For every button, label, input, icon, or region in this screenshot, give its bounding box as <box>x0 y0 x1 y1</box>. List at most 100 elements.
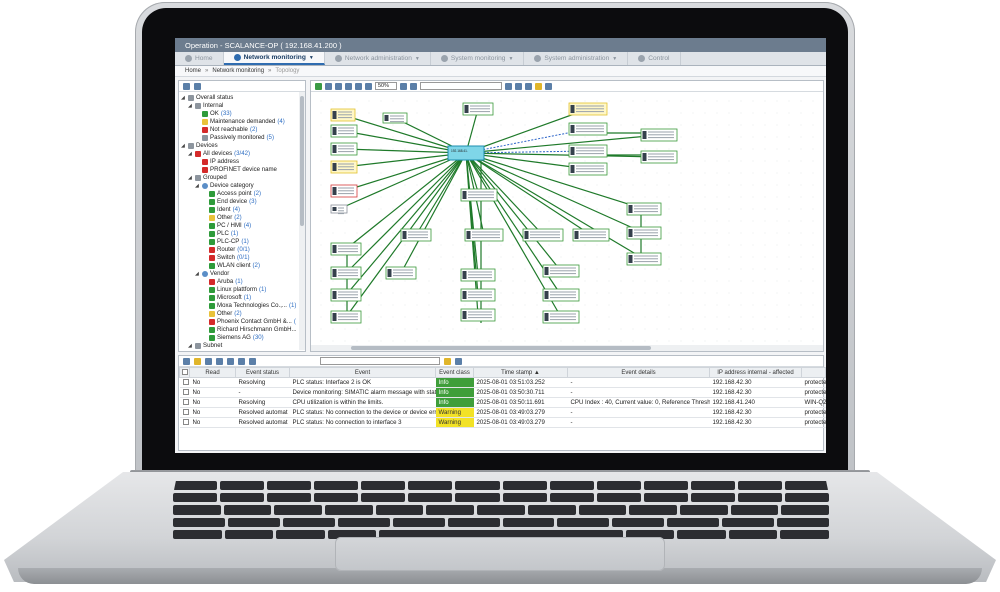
row-checkbox-cell[interactable] <box>179 417 190 428</box>
expand-arrow-icon[interactable]: ◢ <box>188 174 193 182</box>
tree-node[interactable]: PROFINET device name <box>179 166 305 174</box>
topology-device-node[interactable] <box>626 252 662 266</box>
topology-device-node[interactable] <box>330 108 356 122</box>
topology-device-node[interactable] <box>568 144 608 158</box>
breadcrumb-item[interactable]: Topology <box>275 68 299 74</box>
zoom-out-icon[interactable] <box>355 82 362 90</box>
bell-icon[interactable] <box>194 357 201 365</box>
tree-node[interactable]: Passively monitored (5) <box>179 134 305 142</box>
help-icon[interactable] <box>545 82 552 90</box>
collapse-all-icon[interactable] <box>194 83 201 90</box>
export-events-icon[interactable] <box>238 357 245 365</box>
tree-node[interactable]: ◢ Device category <box>179 182 305 190</box>
topology-device-node[interactable] <box>542 264 580 278</box>
expand-all-icon[interactable] <box>183 83 190 90</box>
topology-device-node[interactable] <box>462 102 494 116</box>
tree-node[interactable]: ◢ Vendor <box>179 270 305 278</box>
tree-node[interactable]: WLAN client (2) <box>179 262 305 270</box>
table-row[interactable]: No Resolving PLC status: Interface 2 is OK… <box>179 377 826 388</box>
topology-device-node[interactable] <box>460 288 496 302</box>
topology-device-node[interactable] <box>640 150 678 164</box>
column-header[interactable] <box>801 367 826 378</box>
tree-node[interactable]: ◢ Subnet <box>179 342 305 350</box>
topology-device-node[interactable] <box>464 228 504 242</box>
expand-arrow-icon[interactable]: ◢ <box>188 102 193 110</box>
select-all-checkbox[interactable] <box>181 368 188 375</box>
topology-device-node[interactable] <box>330 288 362 302</box>
expand-arrow-icon[interactable]: ◢ <box>181 94 186 102</box>
tree-node[interactable]: Not reachable (2) <box>179 126 305 134</box>
tab-4[interactable]: System administration ▼ <box>524 52 629 65</box>
delete-icon[interactable] <box>216 357 223 365</box>
column-header[interactable]: Event details <box>567 367 710 378</box>
expand-arrow-icon[interactable]: ◢ <box>195 182 200 190</box>
tree-node[interactable]: Microsoft (1) <box>179 294 305 302</box>
table-row[interactable]: No Resolved automat PLC status: No connect… <box>179 407 826 418</box>
topology-hub-node[interactable]: 192.168.41. <box>447 145 485 161</box>
acknowledge-icon[interactable] <box>183 357 190 365</box>
tree-node[interactable]: Ident (4) <box>179 206 305 214</box>
refresh-icon[interactable] <box>525 82 532 90</box>
tools-icon[interactable] <box>505 82 512 90</box>
topology-device-node[interactable] <box>330 160 358 174</box>
rotate-icon[interactable] <box>345 82 352 90</box>
column-header[interactable] <box>179 367 190 378</box>
topology-device-node[interactable] <box>330 184 358 198</box>
topology-device-node[interactable] <box>330 266 362 280</box>
topology-scrollbar[interactable] <box>311 345 823 351</box>
tree-node[interactable]: PLC-CP (1) <box>179 238 305 246</box>
table-row[interactable]: No Resolving CPU utilization is within the… <box>179 397 826 408</box>
tab-1[interactable]: Network monitoring ▼ <box>223 52 325 65</box>
topology-device-node[interactable] <box>460 268 496 282</box>
event-filter-input[interactable] <box>320 357 440 365</box>
link-icon[interactable] <box>455 357 462 365</box>
select-icon[interactable] <box>315 82 322 90</box>
topology-device-node[interactable] <box>400 228 432 242</box>
tree-node[interactable]: Switch (0/1) <box>179 254 305 262</box>
row-checkbox-cell[interactable] <box>179 387 190 398</box>
column-header[interactable]: IP address internal - affected <box>709 367 802 378</box>
expand-arrow-icon[interactable]: ◢ <box>188 342 193 350</box>
row-checkbox-cell[interactable] <box>179 407 190 418</box>
tree-node[interactable]: Access point (2) <box>179 190 305 198</box>
export-icon[interactable] <box>515 82 522 90</box>
print-icon[interactable] <box>227 357 234 365</box>
fit-icon[interactable] <box>400 82 407 90</box>
breadcrumb-item[interactable]: Network monitoring <box>212 68 264 74</box>
row-checkbox-cell[interactable] <box>179 397 190 408</box>
topology-device-node[interactable] <box>572 228 610 242</box>
tree-node[interactable]: ◢ Internal <box>179 102 305 110</box>
topology-device-node[interactable] <box>330 242 362 256</box>
zoom-select[interactable]: 50% <box>375 82 397 90</box>
zoom-in-icon[interactable] <box>365 82 372 90</box>
refresh-events-icon[interactable] <box>249 357 256 365</box>
tab-0[interactable]: Home <box>175 52 224 65</box>
expand-arrow-icon[interactable]: ◢ <box>195 270 200 278</box>
tree-node[interactable]: OK (33) <box>179 110 305 118</box>
topology-device-node[interactable] <box>542 288 580 302</box>
topology-device-node[interactable] <box>626 202 662 216</box>
expand-arrow-icon[interactable]: ◢ <box>188 150 193 158</box>
table-row[interactable]: No - Device monitoring: SIMATIC alarm mess… <box>179 387 826 398</box>
tree-node[interactable]: Siemens AG (30) <box>179 334 305 342</box>
topology-device-node[interactable] <box>522 228 564 242</box>
event-filter-icon[interactable] <box>444 357 451 365</box>
row-checkbox[interactable] <box>182 408 189 415</box>
tree-node[interactable]: Maintenance demanded (4) <box>179 118 305 126</box>
topology-device-node[interactable] <box>568 102 608 116</box>
tree-node[interactable]: Router (0/1) <box>179 246 305 254</box>
tab-2[interactable]: Network administration ▼ <box>325 52 431 65</box>
tree-node[interactable]: ◢ All devices (3/42) <box>179 150 305 158</box>
tree-node[interactable]: PLC (1) <box>179 230 305 238</box>
column-header[interactable]: Event status <box>235 367 290 378</box>
row-checkbox[interactable] <box>182 378 189 385</box>
row-checkbox[interactable] <box>182 398 189 405</box>
tree-node[interactable]: Phoenix Contact GmbH &... ( <box>179 318 305 326</box>
tree-node[interactable]: PC / HMI (4) <box>179 222 305 230</box>
column-header[interactable]: Read <box>189 367 236 378</box>
topology-device-node[interactable] <box>382 112 408 124</box>
layout-icon[interactable] <box>410 82 417 90</box>
column-header[interactable]: Time stamp ▲ <box>473 367 568 378</box>
topology-device-node[interactable] <box>640 128 678 142</box>
move-icon[interactable] <box>335 82 342 90</box>
